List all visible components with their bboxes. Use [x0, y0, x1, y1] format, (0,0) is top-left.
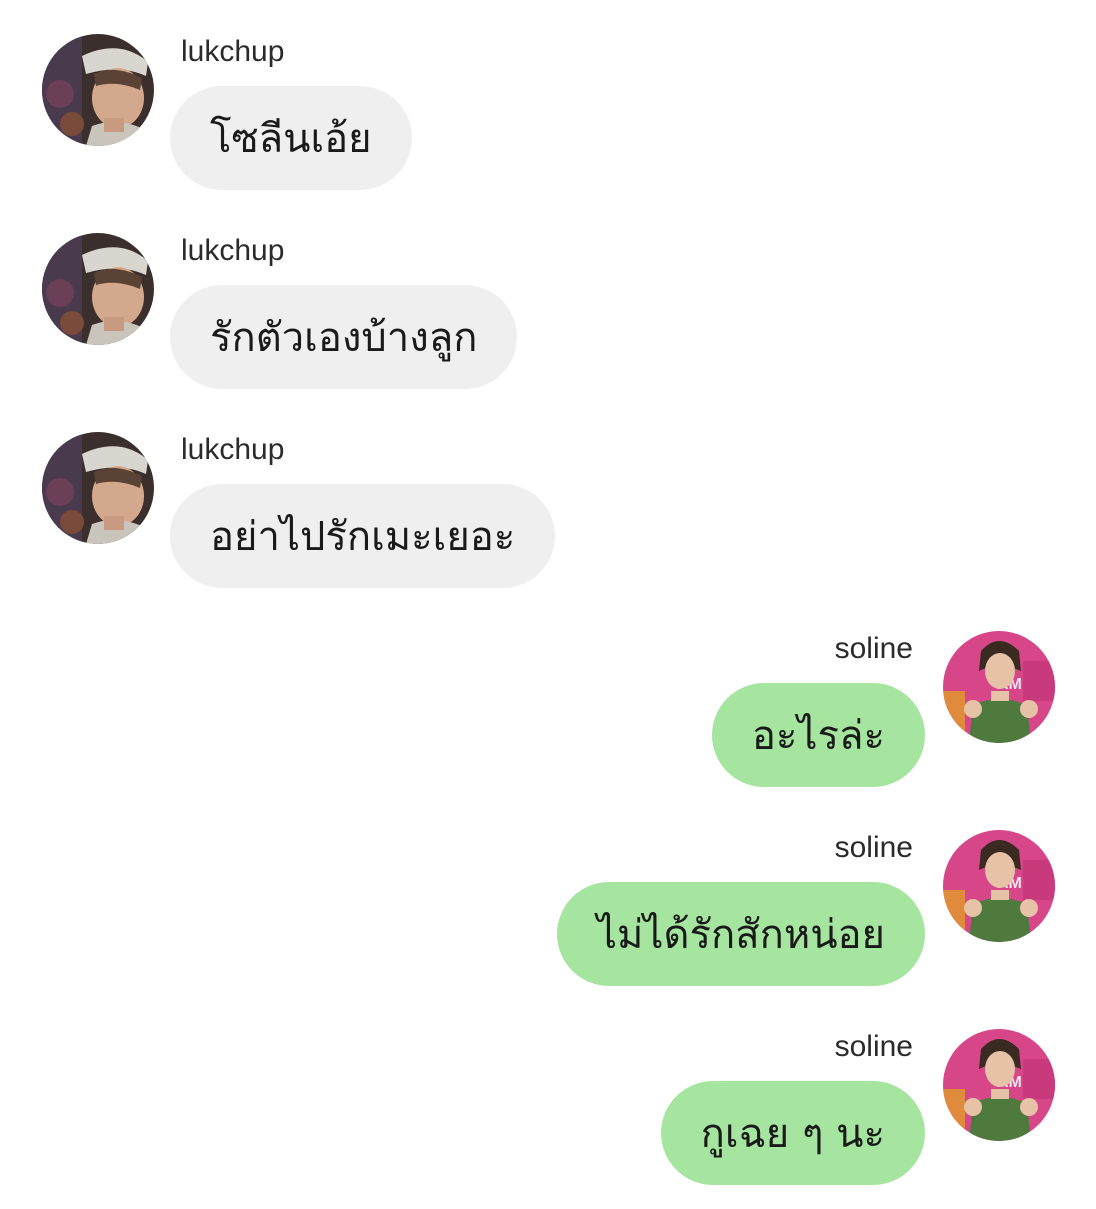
message-bubble[interactable]: อย่าไปรักเมะเยอะ	[170, 484, 556, 588]
message-bubble[interactable]: ไม่ได้รักสักหน่อย	[556, 882, 925, 986]
avatar-photo-icon	[943, 631, 1055, 743]
avatar-photo-icon	[943, 1029, 1055, 1141]
soline-avatar[interactable]	[943, 830, 1055, 942]
sender-name: soline	[834, 1030, 913, 1063]
message-row: lukchup อย่าไปรักเมะเยอะ	[0, 432, 1096, 612]
lukchup-avatar[interactable]	[42, 34, 154, 146]
message-bubble[interactable]: กูเฉย ๆ นะ	[660, 1081, 925, 1185]
sender-name: soline	[834, 831, 913, 864]
message-bubble[interactable]: โซลีนเอ้ย	[170, 86, 412, 190]
sender-name: lukchup	[181, 433, 285, 466]
lukchup-avatar[interactable]	[42, 432, 154, 544]
message-row: soline ไม่ได้รักสักหน่อย	[0, 830, 1096, 1010]
chat-thread: lukchup โซลีนเอ้ย lukchup รักตัวเองบ้างล…	[0, 0, 1096, 1200]
message-row: lukchup โซลีนเอ้ย	[0, 34, 1096, 214]
avatar-photo-icon	[42, 233, 154, 345]
avatar-photo-icon	[42, 432, 154, 544]
sender-name: lukchup	[181, 234, 285, 267]
sender-name: soline	[834, 632, 913, 665]
message-bubble[interactable]: รักตัวเองบ้างลูก	[170, 285, 518, 389]
soline-avatar[interactable]	[943, 1029, 1055, 1141]
message-row: soline กูเฉย ๆ นะ	[0, 1029, 1096, 1209]
message-row: soline อะไรล่ะ	[0, 631, 1096, 811]
lukchup-avatar[interactable]	[42, 233, 154, 345]
avatar-photo-icon	[943, 830, 1055, 942]
avatar-photo-icon	[42, 34, 154, 146]
soline-avatar[interactable]	[943, 631, 1055, 743]
message-row: lukchup รักตัวเองบ้างลูก	[0, 233, 1096, 413]
message-bubble[interactable]: อะไรล่ะ	[711, 683, 925, 787]
sender-name: lukchup	[181, 35, 285, 68]
